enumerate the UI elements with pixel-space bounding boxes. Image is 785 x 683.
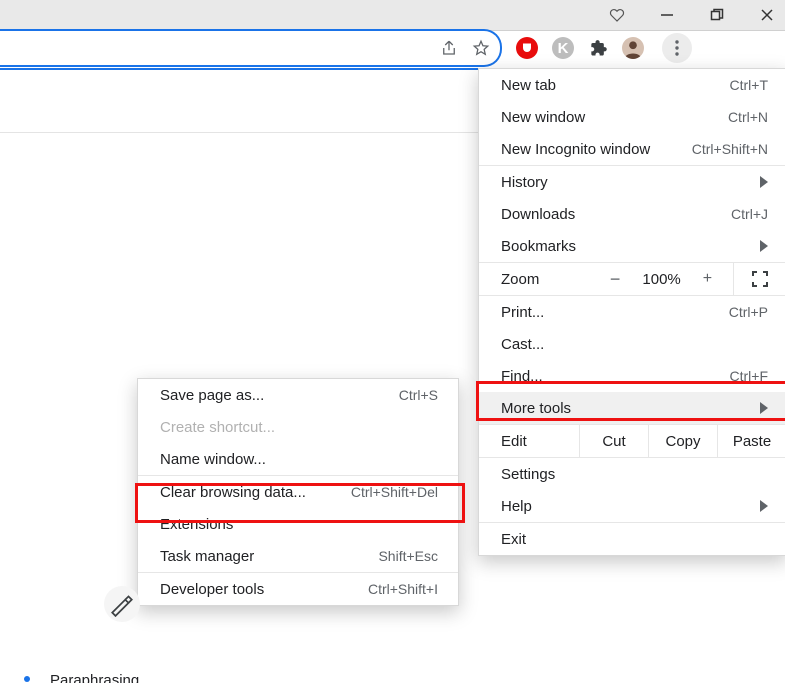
omnibox[interactable] <box>0 29 502 67</box>
menu-print[interactable]: Print... Ctrl+P <box>479 296 785 328</box>
profile-avatar[interactable] <box>622 37 644 59</box>
edit-paste-button[interactable]: Paste <box>717 425 785 457</box>
omnibox-focus-underline <box>0 68 510 70</box>
submenu-save-page[interactable]: Save page as... Ctrl+S <box>138 379 458 411</box>
window-minimize-button[interactable] <box>655 3 679 27</box>
status-text: Paraphrasing... <box>50 672 152 683</box>
extensions-puzzle-icon[interactable] <box>588 38 608 58</box>
submenu-developer-tools[interactable]: Developer tools Ctrl+Shift+I <box>138 573 458 605</box>
submenu-create-shortcut: Create shortcut... <box>138 411 458 443</box>
menu-bookmarks[interactable]: Bookmarks <box>479 230 785 262</box>
heart-icon[interactable] <box>605 3 629 27</box>
menu-new-incognito[interactable]: New Incognito window Ctrl+Shift+N <box>479 133 785 165</box>
menu-find[interactable]: Find... Ctrl+F <box>479 360 785 392</box>
window-titlebar <box>0 0 785 31</box>
more-tools-submenu: Save page as... Ctrl+S Create shortcut..… <box>137 378 459 606</box>
submenu-task-manager[interactable]: Task manager Shift+Esc <box>138 540 458 572</box>
menu-more-tools[interactable]: More tools <box>479 392 785 424</box>
chrome-menu-button[interactable] <box>662 33 692 63</box>
scribble-icon <box>104 586 140 622</box>
browser-toolbar: K <box>0 30 785 66</box>
fullscreen-button[interactable] <box>733 263 785 295</box>
menu-help[interactable]: Help <box>479 490 785 522</box>
window-close-button[interactable] <box>755 3 779 27</box>
menu-settings[interactable]: Settings <box>479 458 785 490</box>
edit-cut-button[interactable]: Cut <box>579 425 648 457</box>
menu-history[interactable]: History <box>479 166 785 198</box>
status-indicator-dot <box>24 676 30 682</box>
chevron-right-icon <box>760 240 768 252</box>
extension-icons: K <box>516 33 692 63</box>
menu-edit: Edit Cut Copy Paste <box>479 425 785 457</box>
menu-zoom: Zoom − 100% + <box>479 263 785 295</box>
star-icon[interactable] <box>472 39 490 57</box>
extension-ublock-icon[interactable] <box>516 37 538 59</box>
chevron-right-icon <box>760 176 768 188</box>
zoom-out-button[interactable]: − <box>610 269 621 290</box>
window-maximize-button[interactable] <box>705 3 729 27</box>
menu-new-window[interactable]: New window Ctrl+N <box>479 101 785 133</box>
menu-new-tab[interactable]: New tab Ctrl+T <box>479 69 785 101</box>
zoom-in-button[interactable]: + <box>703 270 712 288</box>
submenu-name-window[interactable]: Name window... <box>138 443 458 475</box>
share-icon[interactable] <box>440 39 458 57</box>
menu-cast[interactable]: Cast... <box>479 328 785 360</box>
edit-copy-button[interactable]: Copy <box>648 425 717 457</box>
content-divider <box>0 132 480 133</box>
chevron-right-icon <box>760 402 768 414</box>
zoom-value: 100% <box>642 271 680 288</box>
submenu-extensions[interactable]: Extensions <box>138 508 458 540</box>
chrome-main-menu: New tab Ctrl+T New window Ctrl+N New Inc… <box>478 68 785 556</box>
chevron-right-icon <box>760 500 768 512</box>
extension-k-icon[interactable]: K <box>552 37 574 59</box>
submenu-clear-browsing-data[interactable]: Clear browsing data... Ctrl+Shift+Del <box>138 476 458 508</box>
menu-exit[interactable]: Exit <box>479 523 785 555</box>
menu-downloads[interactable]: Downloads Ctrl+J <box>479 198 785 230</box>
